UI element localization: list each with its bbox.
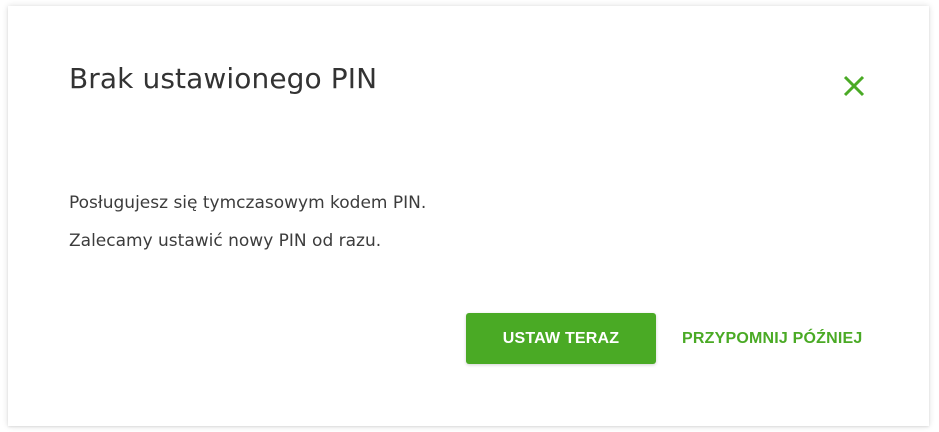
dialog-message: Posługujesz się tymczasowym kodem PIN. Z… — [69, 184, 426, 260]
close-icon — [843, 75, 865, 97]
close-button[interactable] — [840, 72, 868, 100]
message-line-recommendation: Zalecamy ustawić nowy PIN od razu. — [69, 231, 382, 251]
message-line-temporary-pin: Posługujesz się tymczasowym kodem PIN. — [69, 193, 427, 213]
dialog-title: Brak ustawionego PIN — [69, 62, 378, 95]
pin-dialog: Brak ustawionego PIN Posługujesz się tym… — [8, 6, 929, 426]
remind-later-button[interactable]: PRZYPOMNIJ PÓŹNIEJ — [676, 313, 896, 364]
set-now-button[interactable]: USTAW TERAZ — [466, 313, 656, 364]
